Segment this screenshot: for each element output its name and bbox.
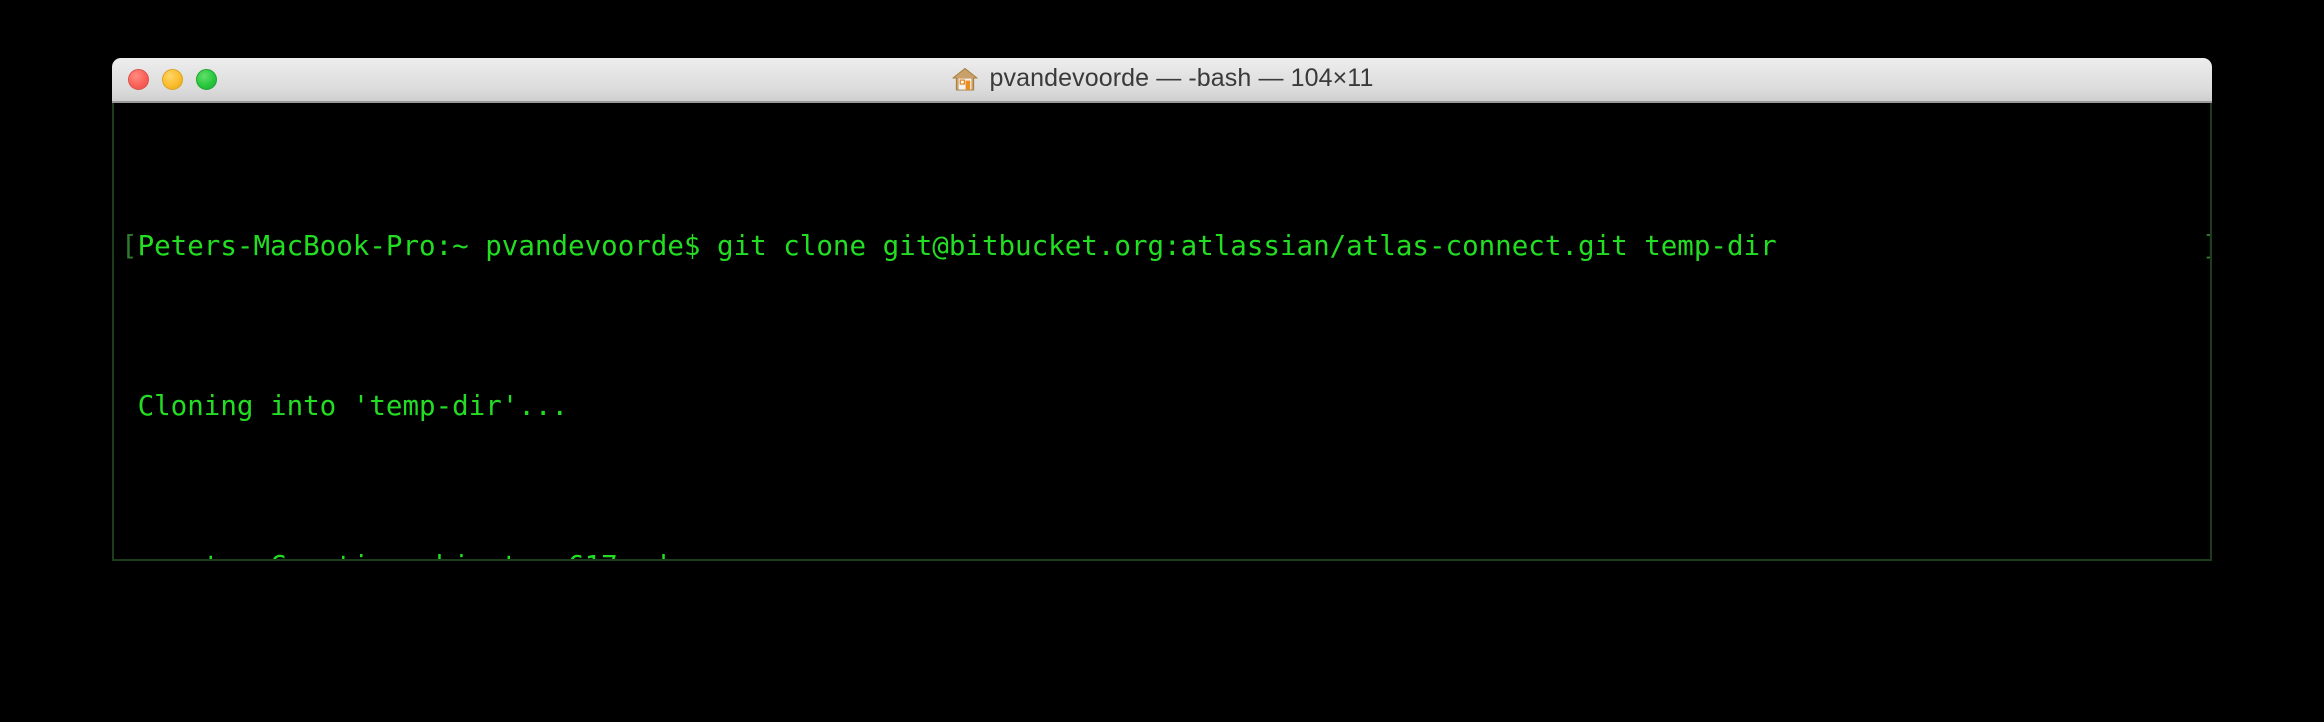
terminal-line-text: remote: Counting objects: 617, done. — [138, 550, 734, 559]
house-icon — [951, 66, 979, 92]
window-controls — [128, 58, 217, 101]
zoom-button[interactable] — [196, 69, 217, 90]
terminal-window: pvandevoorde — -bash — 104×11 [Peters-Ma… — [112, 58, 2212, 561]
minimize-button[interactable] — [162, 69, 183, 90]
wrap-bracket-right-icon: ] — [2202, 226, 2210, 266]
terminal-line-text: Peters-MacBook-Pro:~ pvandevoorde$ git c… — [137, 230, 1777, 262]
window-title: pvandevoorde — -bash — 104×11 — [989, 64, 1374, 92]
wrap-bracket-left-icon: [ — [121, 230, 138, 262]
terminal-line-text: Cloning into 'temp-dir'... — [137, 390, 569, 422]
close-button[interactable] — [128, 69, 149, 90]
desktop-background: pvandevoorde — -bash — 104×11 [Peters-Ma… — [0, 0, 2324, 722]
terminal-line: Cloning into 'temp-dir'... — [121, 386, 2210, 426]
terminal-body[interactable]: [Peters-MacBook-Pro:~ pvandevoorde$ git … — [112, 103, 2212, 561]
window-titlebar[interactable]: pvandevoorde — -bash — 104×11 — [112, 58, 2212, 103]
terminal-line: remote: Counting objects: 617, done. — [121, 546, 2210, 559]
window-title-group: pvandevoorde — -bash — 104×11 — [951, 64, 1374, 93]
terminal-screen[interactable]: [Peters-MacBook-Pro:~ pvandevoorde$ git … — [121, 106, 2210, 559]
terminal-line: [Peters-MacBook-Pro:~ pvandevoorde$ git … — [121, 226, 2210, 266]
